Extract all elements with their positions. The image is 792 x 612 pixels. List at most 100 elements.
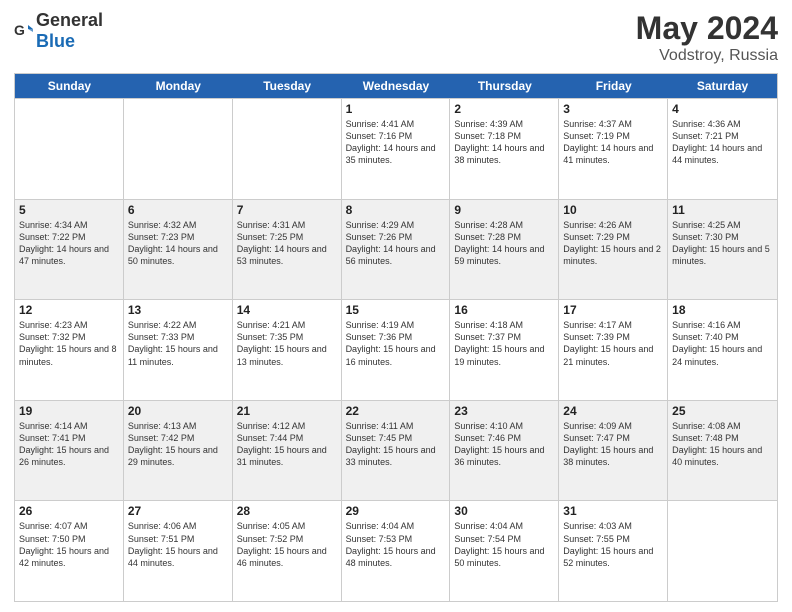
day-info-17: Sunrise: 4:17 AM Sunset: 7:39 PM Dayligh… [563,319,663,368]
day-info-30: Sunrise: 4:04 AM Sunset: 7:54 PM Dayligh… [454,520,554,569]
cal-cell-day-25: 25Sunrise: 4:08 AM Sunset: 7:48 PM Dayli… [668,401,777,501]
header-tuesday: Tuesday [233,74,342,98]
day-info-12: Sunrise: 4:23 AM Sunset: 7:32 PM Dayligh… [19,319,119,368]
day-number-28: 28 [237,504,337,518]
day-number-2: 2 [454,102,554,116]
cal-row-0: 1 Sunrise: 4:41 AM Sunset: 7:16 PM Daylig… [15,98,777,199]
cal-cell-day-16: 16Sunrise: 4:18 AM Sunset: 7:37 PM Dayli… [450,300,559,400]
cal-cell-day-4: 4 Sunrise: 4:36 AM Sunset: 7:21 PM Daylig… [668,99,777,199]
day-number-11: 11 [672,203,773,217]
cal-cell-day-14: 14 Sunrise: 4:21 AM Sunset: 7:35 PM Dayli… [233,300,342,400]
cal-cell-day-22: 22 Sunrise: 4:11 AM Sunset: 7:45 PM Dayli… [342,401,451,501]
day-number-21: 21 [237,404,337,418]
title-month: May 2024 [636,10,778,47]
day-number-19: 19 [19,404,119,418]
header-monday: Monday [124,74,233,98]
cal-cell-day-2: 2 Sunrise: 4:39 AM Sunset: 7:18 PM Daylig… [450,99,559,199]
cal-cell-empty-r0-c1 [124,99,233,199]
day-info-21: Sunrise: 4:12 AM Sunset: 7:44 PM Dayligh… [237,420,337,469]
cal-cell-day-9: 9 Sunrise: 4:28 AM Sunset: 7:28 PM Daylig… [450,200,559,300]
header-wednesday: Wednesday [342,74,451,98]
day-info-15: Sunrise: 4:19 AM Sunset: 7:36 PM Dayligh… [346,319,446,368]
page: G General Blue May 2024 Vodstroy, Russia… [0,0,792,612]
cal-cell-day-19: 19 Sunrise: 4:14 AM Sunset: 7:41 PM Dayli… [15,401,124,501]
cal-cell-day-24: 24Sunrise: 4:09 AM Sunset: 7:47 PM Dayli… [559,401,668,501]
header-thursday: Thursday [450,74,559,98]
cal-cell-day-27: 27 Sunrise: 4:06 AM Sunset: 7:51 PM Dayli… [124,501,233,601]
cal-cell-day-10: 10Sunrise: 4:26 AM Sunset: 7:29 PM Dayli… [559,200,668,300]
day-number-18: 18 [672,303,773,317]
day-number-1: 1 [346,102,446,116]
calendar-body: 1 Sunrise: 4:41 AM Sunset: 7:16 PM Daylig… [15,98,777,601]
day-number-4: 4 [672,102,773,116]
logo: G General Blue [14,10,103,52]
cal-cell-day-29: 29 Sunrise: 4:04 AM Sunset: 7:53 PM Dayli… [342,501,451,601]
day-number-22: 22 [346,404,446,418]
day-info-23: Sunrise: 4:10 AM Sunset: 7:46 PM Dayligh… [454,420,554,469]
day-number-30: 30 [454,504,554,518]
header-sunday: Sunday [15,74,124,98]
day-info-25: Sunrise: 4:08 AM Sunset: 7:48 PM Dayligh… [672,420,773,469]
title-block: May 2024 Vodstroy, Russia [636,10,778,65]
day-info-6: Sunrise: 4:32 AM Sunset: 7:23 PM Dayligh… [128,219,228,268]
cal-cell-day-20: 20 Sunrise: 4:13 AM Sunset: 7:42 PM Dayli… [124,401,233,501]
day-number-16: 16 [454,303,554,317]
day-info-27: Sunrise: 4:06 AM Sunset: 7:51 PM Dayligh… [128,520,228,569]
cal-cell-day-30: 30 Sunrise: 4:04 AM Sunset: 7:54 PM Dayli… [450,501,559,601]
cal-row-4: 26Sunrise: 4:07 AM Sunset: 7:50 PM Dayli… [15,500,777,601]
cal-cell-day-7: 7 Sunrise: 4:31 AM Sunset: 7:25 PM Daylig… [233,200,342,300]
cal-cell-day-3: 3Sunrise: 4:37 AM Sunset: 7:19 PM Daylig… [559,99,668,199]
day-info-19: Sunrise: 4:14 AM Sunset: 7:41 PM Dayligh… [19,420,119,469]
day-info-5: Sunrise: 4:34 AM Sunset: 7:22 PM Dayligh… [19,219,119,268]
svg-text:G: G [14,22,25,38]
title-location: Vodstroy, Russia [636,47,778,65]
day-info-7: Sunrise: 4:31 AM Sunset: 7:25 PM Dayligh… [237,219,337,268]
logo-general: General [36,10,103,30]
day-number-24: 24 [563,404,663,418]
cal-cell-day-18: 18 Sunrise: 4:16 AM Sunset: 7:40 PM Dayli… [668,300,777,400]
day-info-11: Sunrise: 4:25 AM Sunset: 7:30 PM Dayligh… [672,219,773,268]
day-number-3: 3 [563,102,663,116]
day-number-14: 14 [237,303,337,317]
cal-row-2: 12Sunrise: 4:23 AM Sunset: 7:32 PM Dayli… [15,299,777,400]
day-number-17: 17 [563,303,663,317]
cal-cell-empty-r0-c2 [233,99,342,199]
cal-cell-day-13: 13Sunrise: 4:22 AM Sunset: 7:33 PM Dayli… [124,300,233,400]
day-info-29: Sunrise: 4:04 AM Sunset: 7:53 PM Dayligh… [346,520,446,569]
day-number-13: 13 [128,303,228,317]
day-info-22: Sunrise: 4:11 AM Sunset: 7:45 PM Dayligh… [346,420,446,469]
cal-cell-day-26: 26Sunrise: 4:07 AM Sunset: 7:50 PM Dayli… [15,501,124,601]
day-number-29: 29 [346,504,446,518]
day-number-9: 9 [454,203,554,217]
day-info-14: Sunrise: 4:21 AM Sunset: 7:35 PM Dayligh… [237,319,337,368]
cal-cell-empty-r4-c6 [668,501,777,601]
logo-blue: Blue [36,31,75,51]
day-number-20: 20 [128,404,228,418]
day-info-18: Sunrise: 4:16 AM Sunset: 7:40 PM Dayligh… [672,319,773,368]
header: G General Blue May 2024 Vodstroy, Russia [14,10,778,65]
cal-cell-day-28: 28Sunrise: 4:05 AM Sunset: 7:52 PM Dayli… [233,501,342,601]
cal-cell-day-11: 11 Sunrise: 4:25 AM Sunset: 7:30 PM Dayli… [668,200,777,300]
cal-cell-empty-r0-c0 [15,99,124,199]
cal-cell-day-15: 15Sunrise: 4:19 AM Sunset: 7:36 PM Dayli… [342,300,451,400]
day-info-26: Sunrise: 4:07 AM Sunset: 7:50 PM Dayligh… [19,520,119,569]
day-number-23: 23 [454,404,554,418]
day-number-7: 7 [237,203,337,217]
header-friday: Friday [559,74,668,98]
day-number-8: 8 [346,203,446,217]
cal-cell-day-1: 1 Sunrise: 4:41 AM Sunset: 7:16 PM Daylig… [342,99,451,199]
cal-cell-day-31: 31Sunrise: 4:03 AM Sunset: 7:55 PM Dayli… [559,501,668,601]
day-info-4: Sunrise: 4:36 AM Sunset: 7:21 PM Dayligh… [672,118,773,167]
day-number-31: 31 [563,504,663,518]
day-info-10: Sunrise: 4:26 AM Sunset: 7:29 PM Dayligh… [563,219,663,268]
day-info-2: Sunrise: 4:39 AM Sunset: 7:18 PM Dayligh… [454,118,554,167]
day-info-1: Sunrise: 4:41 AM Sunset: 7:16 PM Dayligh… [346,118,446,167]
cal-cell-day-12: 12Sunrise: 4:23 AM Sunset: 7:32 PM Dayli… [15,300,124,400]
day-info-9: Sunrise: 4:28 AM Sunset: 7:28 PM Dayligh… [454,219,554,268]
day-info-20: Sunrise: 4:13 AM Sunset: 7:42 PM Dayligh… [128,420,228,469]
cal-cell-day-23: 23 Sunrise: 4:10 AM Sunset: 7:46 PM Dayli… [450,401,559,501]
day-number-27: 27 [128,504,228,518]
cal-cell-day-21: 21 Sunrise: 4:12 AM Sunset: 7:44 PM Dayli… [233,401,342,501]
cal-cell-day-5: 5Sunrise: 4:34 AM Sunset: 7:22 PM Daylig… [15,200,124,300]
calendar: Sunday Monday Tuesday Wednesday Thursday… [14,73,778,602]
